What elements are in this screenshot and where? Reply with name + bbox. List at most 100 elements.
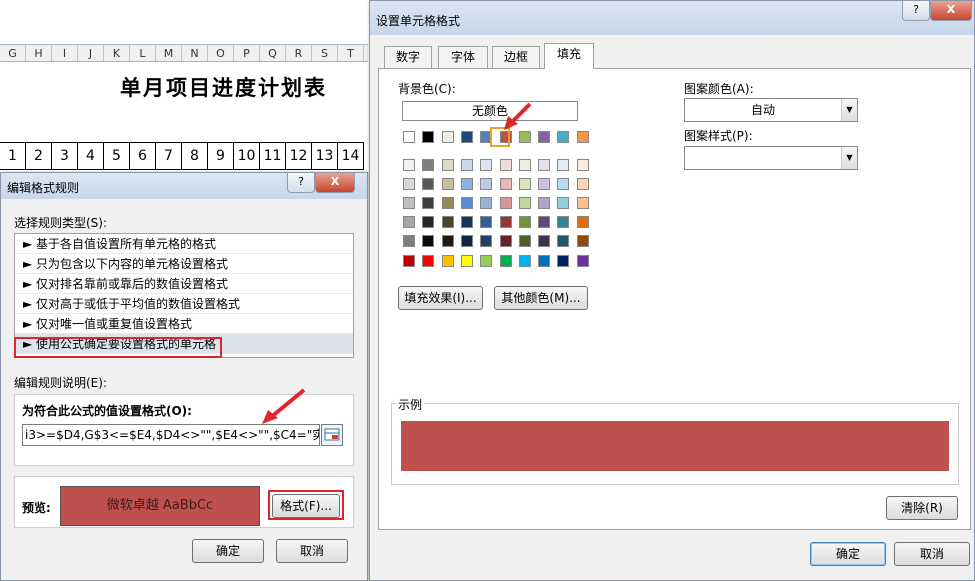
column-letter[interactable]: Q	[260, 45, 286, 61]
number-cell[interactable]: 2	[26, 143, 52, 169]
help-button[interactable]: ?	[287, 173, 315, 193]
color-swatch[interactable]	[441, 235, 454, 247]
column-letter[interactable]: P	[234, 45, 260, 61]
color-swatch[interactable]	[538, 235, 551, 247]
color-swatch[interactable]	[576, 131, 589, 143]
color-swatch[interactable]	[557, 216, 570, 228]
tab-fill[interactable]: 填充	[544, 43, 594, 69]
color-swatch[interactable]	[403, 216, 415, 228]
column-letter[interactable]: K	[104, 45, 130, 61]
standard-color-swatch[interactable]	[499, 255, 512, 267]
ok-button[interactable]: 确定	[192, 539, 264, 563]
color-swatch[interactable]	[557, 235, 570, 247]
standard-color-swatch[interactable]	[480, 255, 493, 267]
color-swatch[interactable]	[518, 178, 531, 190]
color-swatch[interactable]	[538, 131, 551, 143]
close-button[interactable]: X	[315, 173, 355, 193]
number-cell[interactable]: 1	[0, 143, 26, 169]
color-swatch[interactable]	[480, 159, 493, 171]
number-cell[interactable]: 4	[78, 143, 104, 169]
color-swatch[interactable]	[518, 197, 531, 209]
color-swatch[interactable]	[557, 159, 570, 171]
color-swatch[interactable]	[441, 178, 454, 190]
rule-item[interactable]: ► 仅对排名靠前或靠后的数值设置格式	[15, 274, 353, 294]
column-letter[interactable]: J	[78, 45, 104, 61]
rule-item[interactable]: ► 只为包含以下内容的单元格设置格式	[15, 254, 353, 274]
color-swatch[interactable]	[499, 216, 512, 228]
ok-button[interactable]: 确定	[810, 542, 886, 566]
color-swatch[interactable]	[499, 197, 512, 209]
color-swatch[interactable]	[460, 131, 473, 143]
rule-item[interactable]: ► 仅对高于或低于平均值的数值设置格式	[15, 294, 353, 314]
color-swatch[interactable]	[441, 131, 454, 143]
color-swatch[interactable]	[538, 216, 551, 228]
column-letter[interactable]: S	[312, 45, 338, 61]
color-swatch[interactable]	[557, 131, 570, 143]
number-cell[interactable]: 9	[208, 143, 234, 169]
color-swatch[interactable]	[557, 178, 570, 190]
color-swatch[interactable]	[403, 159, 415, 171]
color-swatch[interactable]	[422, 159, 435, 171]
range-picker-button[interactable]	[321, 424, 343, 446]
color-swatch[interactable]	[460, 178, 473, 190]
column-letter[interactable]: M	[156, 45, 182, 61]
color-swatch[interactable]	[518, 235, 531, 247]
color-swatch[interactable]	[460, 197, 473, 209]
number-cell[interactable]: 6	[130, 143, 156, 169]
color-swatch[interactable]	[518, 131, 531, 143]
color-swatch[interactable]	[499, 235, 512, 247]
color-swatch[interactable]	[538, 178, 551, 190]
column-letter[interactable]: G	[0, 45, 26, 61]
number-cell[interactable]: 14	[338, 143, 364, 169]
column-letter[interactable]: T	[338, 45, 364, 61]
color-swatch[interactable]	[422, 197, 435, 209]
color-swatch[interactable]	[403, 197, 415, 209]
edit-rule-titlebar[interactable]: 编辑格式规则 ? X	[1, 173, 367, 199]
more-colors-button[interactable]: 其他颜色(M)...	[494, 286, 588, 310]
number-cell[interactable]: 5	[104, 143, 130, 169]
color-swatch[interactable]	[480, 178, 493, 190]
standard-color-swatch[interactable]	[422, 255, 435, 267]
color-swatch[interactable]	[460, 216, 473, 228]
standard-color-swatch[interactable]	[403, 255, 415, 267]
column-letter[interactable]: N	[182, 45, 208, 61]
number-cell[interactable]: 10	[234, 143, 260, 169]
standard-color-swatch[interactable]	[576, 255, 589, 267]
rule-item[interactable]: ► 基于各自值设置所有单元格的格式	[15, 234, 353, 254]
standard-color-swatch[interactable]	[557, 255, 570, 267]
color-swatch[interactable]	[441, 159, 454, 171]
color-swatch[interactable]	[460, 159, 473, 171]
color-swatch[interactable]	[480, 216, 493, 228]
cancel-button[interactable]: 取消	[894, 542, 970, 566]
color-swatch[interactable]	[403, 235, 415, 247]
format-cells-titlebar[interactable]: 设置单元格格式 ? X	[370, 1, 974, 35]
color-swatch[interactable]	[576, 178, 589, 190]
standard-color-swatch[interactable]	[518, 255, 531, 267]
clear-button[interactable]: 清除(R)	[886, 496, 958, 520]
color-swatch[interactable]	[422, 235, 435, 247]
number-cell[interactable]: 13	[312, 143, 338, 169]
pattern-style-select[interactable]: ▼	[684, 146, 858, 170]
column-letter[interactable]: O	[208, 45, 234, 61]
color-swatch[interactable]	[518, 159, 531, 171]
number-cell[interactable]: 11	[260, 143, 286, 169]
color-swatch[interactable]	[538, 159, 551, 171]
color-swatch[interactable]	[576, 216, 589, 228]
color-swatch[interactable]	[422, 178, 435, 190]
number-cell[interactable]: 3	[52, 143, 78, 169]
number-cell[interactable]: 8	[182, 143, 208, 169]
color-swatch[interactable]	[499, 178, 512, 190]
color-swatch[interactable]	[538, 197, 551, 209]
column-letter[interactable]: H	[26, 45, 52, 61]
color-swatch[interactable]	[499, 159, 512, 171]
color-swatch[interactable]	[403, 131, 415, 143]
fill-effects-button[interactable]: 填充效果(I)...	[398, 286, 483, 310]
tab-font[interactable]: 字体	[438, 46, 488, 68]
color-swatch[interactable]	[403, 178, 415, 190]
cancel-button[interactable]: 取消	[276, 539, 348, 563]
standard-color-swatch[interactable]	[441, 255, 454, 267]
standard-color-swatch[interactable]	[460, 255, 473, 267]
color-swatch[interactable]	[441, 197, 454, 209]
color-swatch[interactable]	[422, 131, 435, 143]
formula-input[interactable]: i3>=$D4,G$3<=$E4,$D4<>"",$E4<>"",$C4="实际…	[22, 424, 320, 446]
